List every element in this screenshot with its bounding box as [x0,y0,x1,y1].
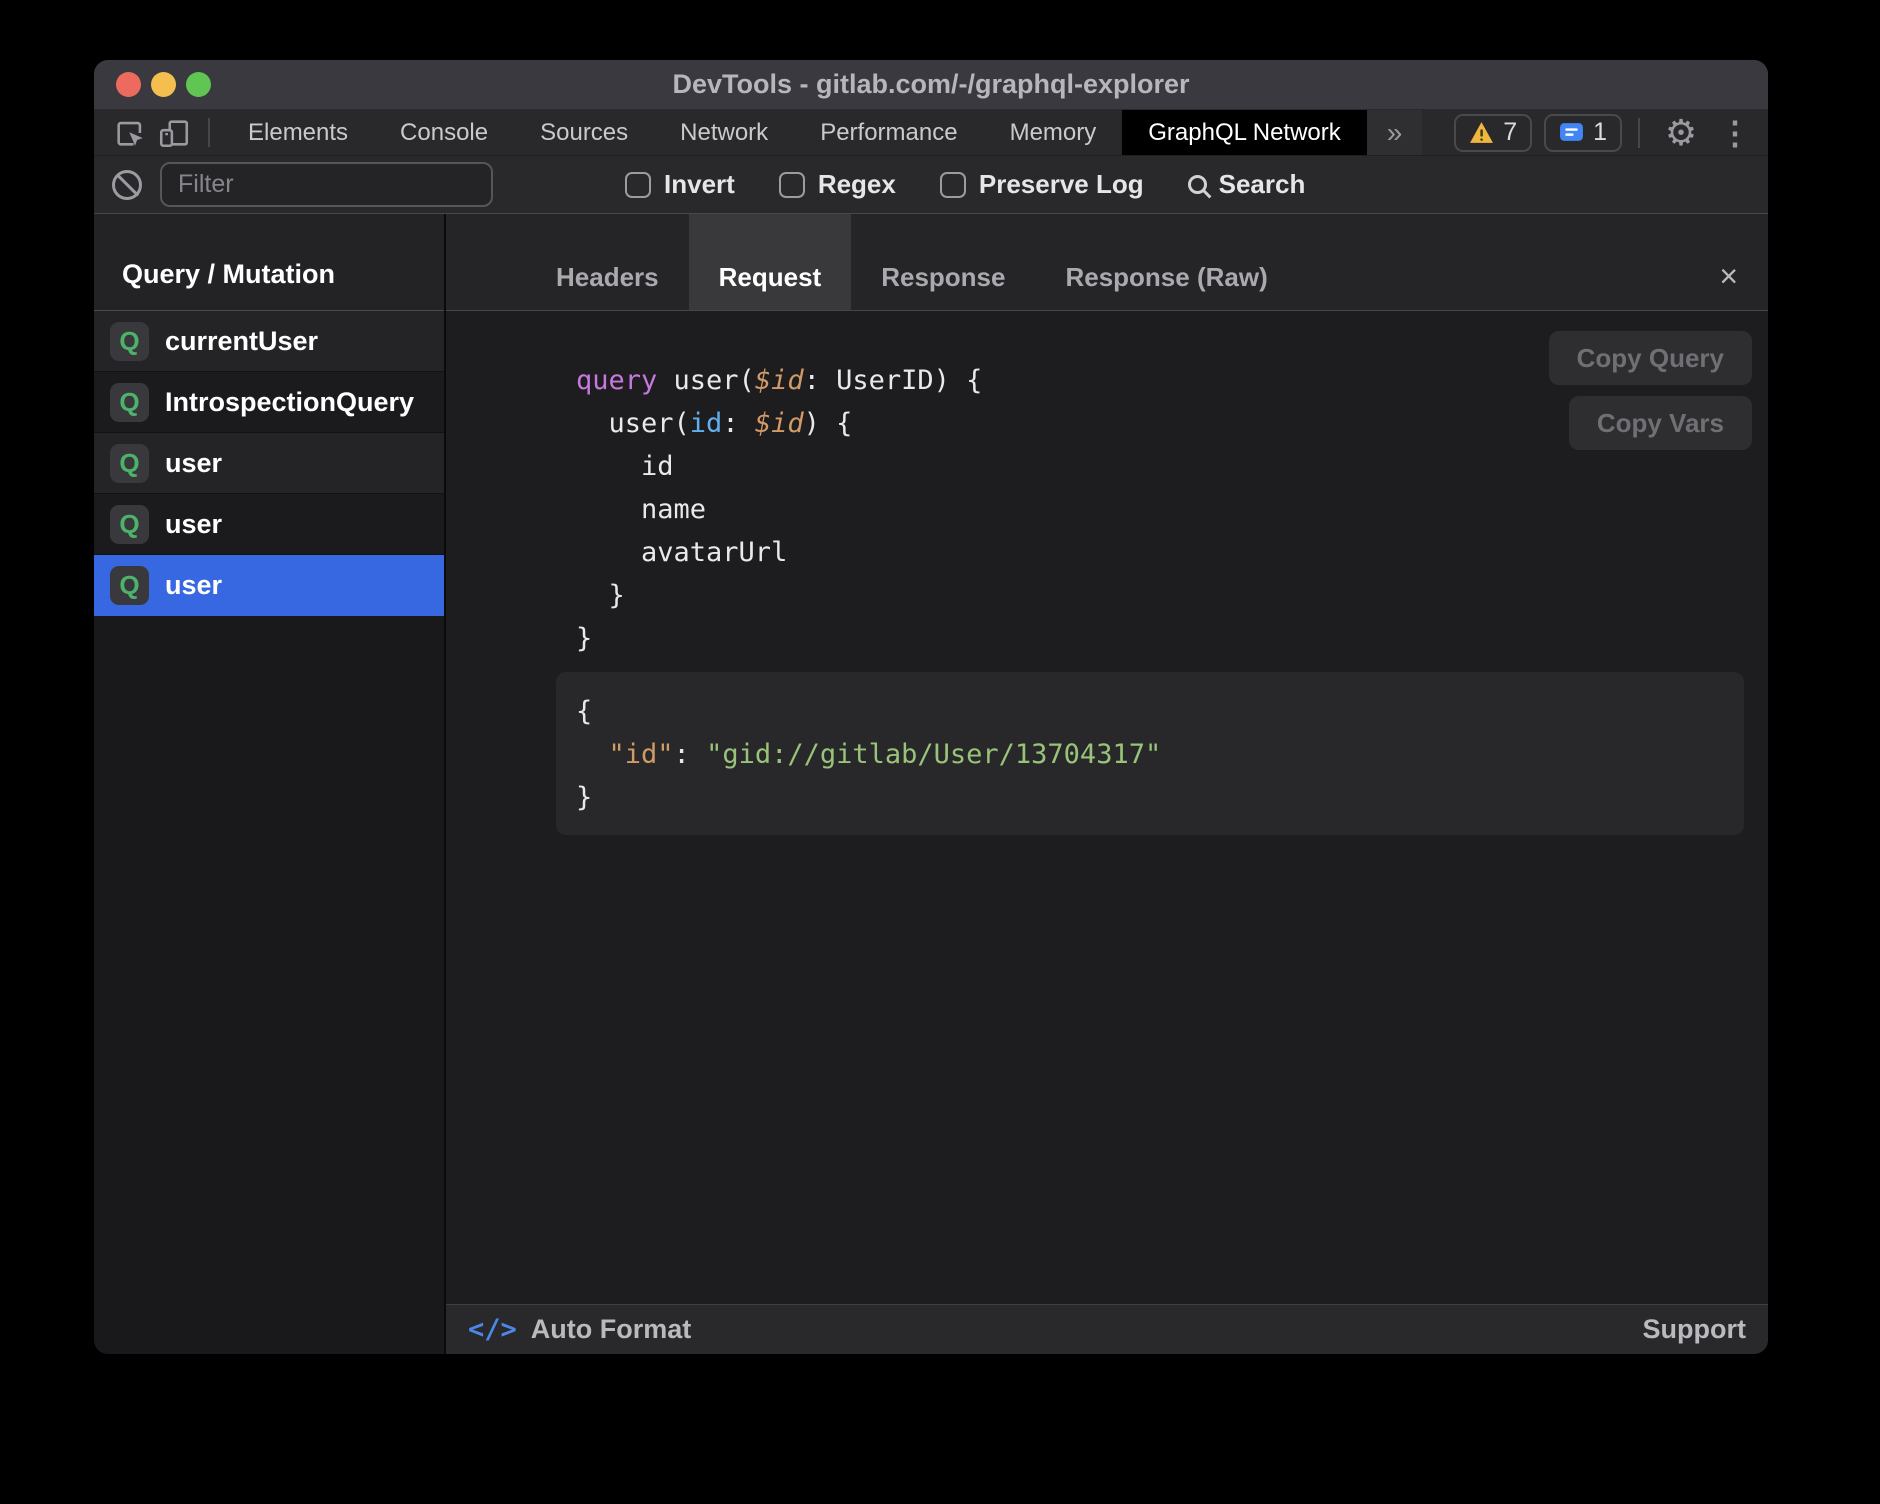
query-list-item-user-4[interactable]: Quser [94,555,444,616]
query-item-label: user [165,570,222,601]
support-link[interactable]: Support [1643,1314,1746,1345]
kebab-menu-icon[interactable]: ⋮ [1718,114,1752,152]
toolbar-tab-elements[interactable]: Elements [222,110,374,155]
preserve-log-checkbox[interactable] [940,172,966,198]
device-toolbar-icon[interactable] [152,110,196,155]
sidebar-header: Query / Mutation [94,214,444,311]
variables-box: { "id": "gid://gitlab/User/13704317"} [556,672,1744,835]
inspect-element-icon[interactable] [108,110,152,155]
code-brackets-icon: </> [468,1314,517,1345]
issues-badge[interactable]: 1 [1544,114,1622,152]
devtools-window: DevTools - gitlab.com/-/graphql-explorer… [94,60,1768,1354]
panel-tab-response[interactable]: Response [851,214,1035,310]
close-panel-icon[interactable]: × [1689,214,1768,310]
toolbar-tab-performance[interactable]: Performance [794,110,983,155]
code-line: name [576,488,1768,531]
query-type-badge: Q [110,505,149,544]
window-title: DevTools - gitlab.com/-/graphql-explorer [672,69,1189,100]
code-line: } [576,574,1768,617]
regex-checkbox-group: Regex [779,169,896,200]
preserve-log-checkbox-group: Preserve Log [940,169,1144,200]
invert-checkbox-group: Invert [625,169,735,200]
request-code-area: query user($id: UserID) { user(id: $id) … [446,311,1768,1304]
panel-tab-headers[interactable]: Headers [526,214,689,310]
close-window-button[interactable] [116,72,141,97]
main-content: Query / Mutation QcurrentUserQIntrospect… [94,214,1768,1354]
query-type-badge: Q [110,566,149,605]
query-type-badge: Q [110,322,149,361]
code-line: { [576,690,1724,733]
copy-vars-button[interactable]: Copy Vars [1569,396,1752,450]
panel-footer: </> Auto Format Support [446,1304,1768,1354]
query-item-label: currentUser [165,326,318,357]
code-line: } [576,776,1724,819]
issues-icon [1559,122,1584,144]
query-list-sidebar: Query / Mutation QcurrentUserQIntrospect… [94,214,446,1354]
search-icon [1188,175,1207,194]
toolbar-tab-sources[interactable]: Sources [514,110,654,155]
issues-count: 1 [1593,118,1607,147]
toolbar-spacer [1422,110,1454,155]
query-list-item-currentuser-0[interactable]: QcurrentUser [94,311,444,372]
query-list: QcurrentUserQIntrospectionQueryQuserQuse… [94,311,444,616]
devtools-toolbar: ElementsConsoleSourcesNetworkPerformance… [94,110,1768,156]
query-type-badge: Q [110,383,149,422]
badges-divider [1638,118,1640,148]
search-button[interactable]: Search [1188,169,1306,200]
code-line: "id": "gid://gitlab/User/13704317" [576,733,1724,776]
zoom-window-button[interactable] [186,72,211,97]
preserve-log-label: Preserve Log [979,169,1144,200]
query-list-item-introspectionquery-1[interactable]: Q IntrospectionQuery [94,372,444,433]
warning-count: 7 [1503,118,1517,147]
copy-buttons: Copy Query Copy Vars [1549,331,1752,450]
clear-filter-icon[interactable] [112,170,142,200]
query-type-badge: Q [110,444,149,483]
title-bar: DevTools - gitlab.com/-/graphql-explorer [94,60,1768,110]
toolbar-tab-memory[interactable]: Memory [984,110,1123,155]
query-item-label: user [165,448,222,479]
toolbar-tab-graphql-network[interactable]: GraphQL Network [1122,110,1367,155]
invert-label: Invert [664,169,735,200]
panel-tab-request[interactable]: Request [689,214,852,310]
query-item-label: user [165,509,222,540]
warnings-badge[interactable]: 7 [1454,114,1532,152]
toolbar-tab-console[interactable]: Console [374,110,514,155]
more-tabs-button[interactable]: » [1367,110,1423,155]
query-list-item-user-2[interactable]: Quser [94,433,444,494]
panel-tab-response-raw[interactable]: Response (Raw) [1035,214,1297,310]
search-label: Search [1219,169,1306,200]
request-panel: HeadersRequestResponseResponse (Raw) × qu… [446,214,1768,1354]
traffic-lights [116,60,211,109]
toolbar-tabs: ElementsConsoleSourcesNetworkPerformance… [222,110,1367,155]
copy-query-button[interactable]: Copy Query [1549,331,1752,385]
code-line: } [576,617,1768,660]
toolbar-tab-network[interactable]: Network [654,110,794,155]
invert-checkbox[interactable] [625,172,651,198]
query-item-label: IntrospectionQuery [165,387,414,418]
filter-input[interactable] [160,162,493,207]
settings-gear-icon[interactable]: ⚙ [1656,112,1706,154]
code-line: id [576,445,1768,488]
regex-label: Regex [818,169,896,200]
filter-bar: Invert Regex Preserve Log Search [94,156,1768,214]
auto-format-button[interactable]: Auto Format [531,1314,691,1345]
code-line: avatarUrl [576,531,1768,574]
regex-checkbox[interactable] [779,172,805,198]
panel-tabs: HeadersRequestResponseResponse (Raw) × [446,214,1768,311]
warning-icon [1469,121,1494,144]
query-list-item-user-3[interactable]: Quser [94,494,444,555]
minimize-window-button[interactable] [151,72,176,97]
toolbar-divider [208,118,210,147]
toolbar-badges: 7 1 ⚙ ⋮ [1454,110,1768,155]
